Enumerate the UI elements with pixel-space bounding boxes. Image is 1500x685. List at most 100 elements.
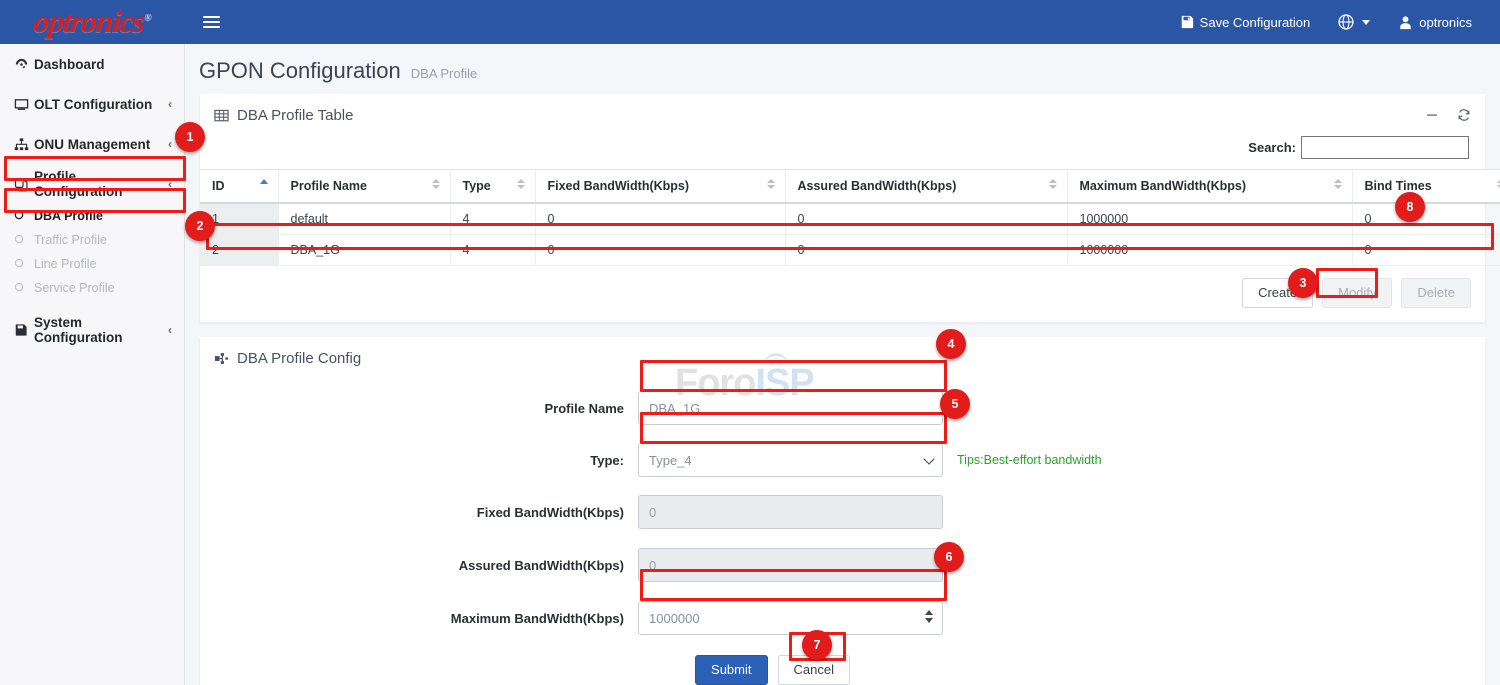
delete-button[interactable]: Delete [1401, 278, 1471, 308]
table-row[interactable]: 2 DBA_1G 4 0 0 1000000 0 [200, 235, 1500, 266]
refresh-button[interactable] [1457, 108, 1471, 122]
sidebar-item-dba-profile[interactable]: DBA Profile [0, 204, 184, 228]
globe-icon [1338, 14, 1354, 30]
language-selector[interactable] [1324, 0, 1384, 44]
form-row-maximum-bandwidth: Maximum BandWidth(Kbps) 1000000 [200, 601, 1485, 635]
page-header: GPON Configuration DBA Profile [185, 44, 1500, 94]
sidebar-item-label: ONU Management [34, 137, 168, 152]
sort-ascending-icon [260, 179, 268, 184]
annotation-pin-6: 6 [934, 542, 964, 572]
sidebar-subitem-label: Line Profile [34, 257, 97, 271]
assured-bandwidth-label: Assured BandWidth(Kbps) [200, 558, 638, 573]
type-label: Type: [200, 453, 638, 468]
sidebar-chevron: ‹ [168, 323, 172, 337]
sort-both-icon [517, 179, 525, 189]
column-header-label: ID [212, 179, 225, 193]
circle-icon [14, 234, 34, 247]
config-form-buttons: Submit Cancel [185, 651, 1485, 685]
column-header-profile-name[interactable]: Profile Name [278, 170, 450, 204]
table-panel-tools [1425, 108, 1471, 122]
column-header-type[interactable]: Type [450, 170, 535, 204]
brand-registered-mark: ® [144, 13, 152, 24]
sidebar-item-label: Profile Configuration [34, 169, 168, 199]
sidebar-item-line-profile[interactable]: Line Profile [0, 252, 184, 276]
cell-type: 4 [450, 203, 535, 235]
table-row[interactable]: 1 default 4 0 0 1000000 0 [200, 203, 1500, 235]
type-select[interactable]: Type_4 [638, 443, 943, 477]
sidebar-item-olt-configuration[interactable]: OLT Configuration ‹ [0, 84, 184, 124]
sidebar-item-label: Dashboard [34, 57, 172, 72]
modify-button[interactable]: Modify [1322, 278, 1392, 308]
minimize-button[interactable] [1425, 108, 1439, 122]
column-header-label: Profile Name [291, 179, 367, 193]
form-row-type: Type: Type_4 Tips:Best-effort bandwidth [200, 443, 1485, 477]
config-panel-header: DBA Profile Config [200, 339, 1485, 377]
sidebar-item-system-configuration[interactable]: System Configuration ‹ [0, 310, 184, 350]
sitemap-icon [14, 137, 34, 152]
user-menu[interactable]: optronics [1384, 0, 1486, 44]
cell-assured-bandwidth: 0 [785, 235, 1067, 266]
save-configuration-button[interactable]: Save Configuration [1166, 0, 1325, 44]
column-header-fixed-bandwidth[interactable]: Fixed BandWidth(Kbps) [535, 170, 785, 204]
page-title: GPON Configuration [199, 58, 401, 84]
column-header-label: Fixed BandWidth(Kbps) [548, 179, 690, 193]
annotation-pin-2: 2 [185, 211, 215, 241]
dba-profile-table: ID Profile Name Type Fixed BandWidt [200, 169, 1500, 266]
menu-toggle-button[interactable] [185, 0, 237, 44]
column-header-bind-times[interactable]: Bind Times [1352, 170, 1500, 204]
column-header-label: Maximum BandWidth(Kbps) [1080, 179, 1247, 193]
table-icon [214, 108, 229, 123]
fixed-bandwidth-input: 0 [638, 495, 943, 529]
stepper-arrows-icon[interactable] [925, 610, 933, 623]
fixed-bandwidth-label: Fixed BandWidth(Kbps) [200, 505, 638, 520]
sort-both-icon [767, 179, 775, 189]
search-input[interactable] [1301, 136, 1469, 159]
maximum-bandwidth-value: 1000000 [649, 611, 700, 626]
fixed-bandwidth-value: 0 [649, 505, 656, 520]
cell-bind-times: 0 [1352, 235, 1500, 266]
sidebar-item-service-profile[interactable]: Service Profile [0, 276, 184, 300]
cell-type: 4 [450, 235, 535, 266]
sidebar-item-onu-management[interactable]: ONU Management ‹ [0, 124, 184, 164]
submit-button[interactable]: Submit [695, 655, 767, 685]
column-header-maximum-bandwidth[interactable]: Maximum BandWidth(Kbps) [1067, 170, 1352, 204]
form-row-fixed-bandwidth: Fixed BandWidth(Kbps) 0 [200, 495, 1485, 529]
sidebar-item-label: OLT Configuration [34, 97, 168, 112]
config-panel-title: DBA Profile Config [214, 350, 361, 367]
profile-name-input[interactable]: DBA_1G [638, 391, 943, 425]
sidebar-chevron: ‹ [168, 177, 172, 191]
config-panel-title-text: DBA Profile Config [237, 350, 361, 367]
sidebar-item-traffic-profile[interactable]: Traffic Profile [0, 228, 184, 252]
refresh-icon [1457, 108, 1471, 122]
minus-icon [1425, 108, 1439, 122]
sort-both-icon [432, 179, 440, 189]
cell-profile-name: default [278, 203, 450, 235]
cell-fixed-bandwidth: 0 [535, 235, 785, 266]
maximum-bandwidth-stepper[interactable]: 1000000 [638, 601, 943, 635]
chevron-down-icon [923, 453, 934, 464]
sidebar-subitem-label: Service Profile [34, 281, 115, 295]
dashboard-icon [14, 57, 34, 72]
brand-logo[interactable]: optronics® [0, 0, 185, 44]
table-header-row: ID Profile Name Type Fixed BandWidt [200, 170, 1500, 204]
sidebar-chevron: ‹ [168, 137, 172, 151]
column-header-label: Assured BandWidth(Kbps) [798, 179, 957, 193]
assured-bandwidth-input: 0 [638, 548, 943, 582]
annotation-pin-5: 5 [940, 389, 970, 419]
monitor-icon [14, 97, 34, 112]
save-configuration-label: Save Configuration [1200, 15, 1311, 30]
profile-name-label: Profile Name [200, 401, 638, 416]
annotation-pin-4: 4 [936, 329, 966, 359]
maximum-bandwidth-label: Maximum BandWidth(Kbps) [200, 611, 638, 626]
column-header-assured-bandwidth[interactable]: Assured BandWidth(Kbps) [785, 170, 1067, 204]
sidebar-chevron: ‹ [168, 97, 172, 111]
cell-maximum-bandwidth: 1000000 [1067, 203, 1352, 235]
table-header: ID Profile Name Type Fixed BandWidt [200, 170, 1500, 204]
column-header-id[interactable]: ID [200, 170, 278, 204]
navbar-right-group: Save Configuration optronics [1166, 0, 1500, 44]
config-icon [214, 351, 229, 366]
sidebar-item-profile-configuration[interactable]: Profile Configuration ‹ [0, 164, 184, 204]
sidebar-item-dashboard[interactable]: Dashboard [0, 44, 184, 84]
type-selected-value: Type_4 [649, 453, 692, 468]
search-label: Search: [1248, 140, 1296, 155]
